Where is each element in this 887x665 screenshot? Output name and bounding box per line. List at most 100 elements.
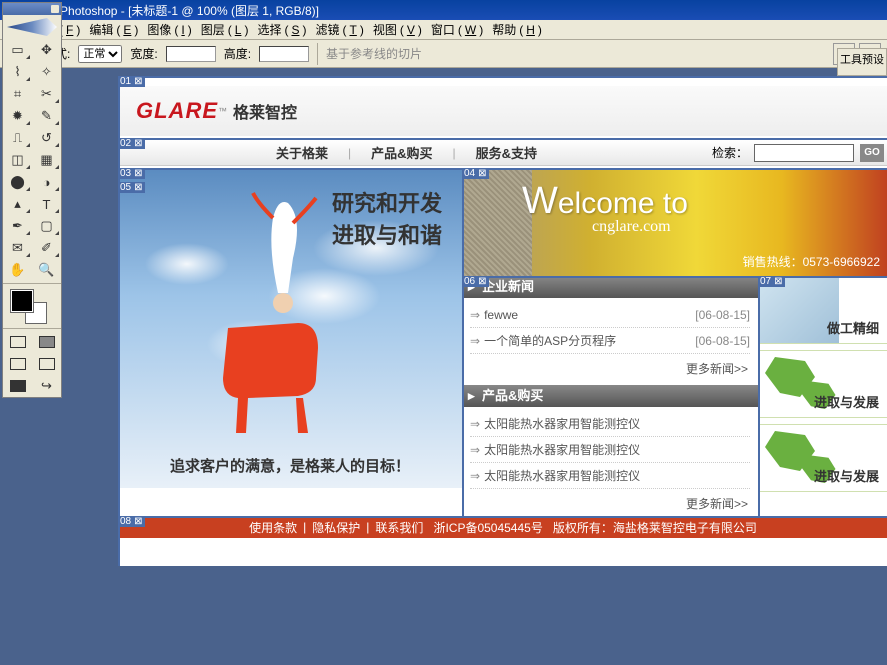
- side-card-3[interactable]: 进取与发展: [758, 424, 887, 492]
- slice-tool[interactable]: ✂: [32, 83, 61, 105]
- window-title: Adobe Photoshop - [未标题-1 @ 100% (图层 1, R…: [22, 2, 319, 19]
- slice-05-label[interactable]: 05⊠: [118, 182, 145, 193]
- products-header: 产品&购买: [462, 385, 758, 407]
- brand-tm: ™: [218, 106, 227, 116]
- menu-view[interactable]: 视图(V): [367, 21, 425, 38]
- footer-copyright: 版权所有：海盐格莱智控电子有限公司: [553, 519, 757, 536]
- product-row[interactable]: ⇒太阳能热水器家用智能测控仪: [470, 437, 750, 463]
- toolbox: ▭ ✥ ⌇ ✧ ⌗ ✂ ✹ ✎ ⎍ ↺ ◫ ▦ ⬤ ◑ ▴ T ✒ ▢ ✉ ✐ …: [2, 2, 62, 398]
- menu-layer[interactable]: 图层(L): [195, 21, 252, 38]
- zoom-tool[interactable]: 🔍: [32, 259, 61, 281]
- lasso-tool[interactable]: ⌇: [3, 61, 32, 83]
- news-panel: 企业新闻 ⇒fewwe[06-08-15] ⇒一个简单的ASP分页程序[06-0…: [462, 276, 758, 488]
- site-footer: 使用条款 | 隐私保护 | 联系我们 浙ICP备05045445号 版权所有：海…: [118, 516, 887, 538]
- menu-image[interactable]: 图像(I): [141, 21, 194, 38]
- domain-text: cnglare.com: [592, 218, 671, 236]
- card-label: 进取与发展: [814, 392, 879, 411]
- handstand-person-graphic: [248, 188, 318, 318]
- hero-right: Welcome to cnglare.com 销售热线：0573-6966922: [462, 168, 887, 276]
- slice-08-label[interactable]: 08⊠: [118, 516, 145, 527]
- nav-sep: |: [441, 146, 468, 160]
- slice-hint[interactable]: 基于参考线的切片: [326, 45, 422, 62]
- foreground-color[interactable]: [11, 290, 33, 312]
- menu-filter[interactable]: 滤镜(T): [309, 21, 366, 38]
- marquee-tool[interactable]: ▭: [3, 39, 32, 61]
- screen-full-menu[interactable]: [32, 353, 61, 375]
- notes-tool[interactable]: ✉: [3, 237, 32, 259]
- eyedropper-tool[interactable]: ✐: [32, 237, 61, 259]
- product-row[interactable]: ⇒太阳能热水器家用智能测控仪: [470, 411, 750, 437]
- hero-text-1: 研究和开发: [332, 186, 442, 218]
- slice-07-label[interactable]: 07⊠: [758, 276, 785, 287]
- pen-tool[interactable]: ✒: [3, 215, 32, 237]
- quickmask-mode[interactable]: [32, 331, 61, 353]
- stamp-tool[interactable]: ⎍: [3, 127, 32, 149]
- side-panel: 做工精细 进取与发展 进取与发展: [758, 276, 887, 516]
- nav-about[interactable]: 关于格莱: [268, 143, 336, 162]
- brand-logo-cn: 格莱智控: [233, 99, 297, 123]
- dodge-tool[interactable]: ◑: [32, 171, 61, 193]
- tool-presets-tab[interactable]: 工具预设: [837, 48, 887, 76]
- footer-icp: 浙ICP备05045445号: [427, 519, 548, 536]
- history-brush-tool[interactable]: ↺: [32, 127, 61, 149]
- menu-edit[interactable]: 编辑(E): [83, 21, 141, 38]
- news-header: 企业新闻: [462, 276, 758, 298]
- slice-02-label[interactable]: 02⊠: [118, 138, 145, 149]
- toolbox-header[interactable]: [3, 3, 61, 15]
- search-label: 检索：: [712, 144, 748, 161]
- height-label: 高度:: [224, 45, 251, 62]
- color-swatches[interactable]: [3, 286, 61, 326]
- red-chair-graphic: [208, 318, 348, 438]
- nav-service[interactable]: 服务&支持: [468, 143, 545, 162]
- eraser-tool[interactable]: ◫: [3, 149, 32, 171]
- hotline-text: 销售热线：0573-6966922: [743, 253, 880, 270]
- shape-tool[interactable]: ▢: [32, 215, 61, 237]
- healing-tool[interactable]: ✹: [3, 105, 32, 127]
- news-row[interactable]: ⇒一个简单的ASP分页程序[06-08-15]: [470, 328, 750, 354]
- footer-contact[interactable]: 联系我们: [375, 519, 423, 536]
- search-input[interactable]: [754, 144, 854, 162]
- menu-help[interactable]: 帮助(H): [486, 21, 545, 38]
- brush-tool[interactable]: ✎: [32, 105, 61, 127]
- footer-privacy[interactable]: 隐私保护: [312, 519, 360, 536]
- product-row[interactable]: ⇒太阳能热水器家用智能测控仪: [470, 463, 750, 489]
- welcome-text: Welcome to: [522, 180, 688, 223]
- width-label: 宽度:: [130, 45, 157, 62]
- hand-tool[interactable]: ✋: [3, 259, 32, 281]
- slice-06-label[interactable]: 06⊠: [462, 276, 489, 287]
- slice-03-label[interactable]: 03⊠: [118, 168, 145, 179]
- height-input[interactable]: [259, 46, 309, 62]
- path-select-tool[interactable]: ▴: [3, 193, 32, 215]
- site-nav: 关于格莱 | 产品&购买 | 服务&支持 检索： GO: [118, 138, 887, 166]
- screen-full[interactable]: [3, 375, 32, 397]
- blur-tool[interactable]: ⬤: [3, 171, 32, 193]
- news-row[interactable]: ⇒fewwe[06-08-15]: [470, 302, 750, 328]
- card-label: 进取与发展: [814, 466, 879, 485]
- menu-window[interactable]: 窗口(W): [425, 21, 486, 38]
- width-input[interactable]: [166, 46, 216, 62]
- wand-tool[interactable]: ✧: [32, 61, 61, 83]
- hero-text-3: 追求客户的满意，是格莱人的目标！: [118, 455, 462, 476]
- type-tool[interactable]: T: [32, 193, 61, 215]
- standard-mode[interactable]: [3, 331, 32, 353]
- side-card-2[interactable]: 进取与发展: [758, 350, 887, 418]
- brand-logo-en: GLARE: [136, 98, 218, 124]
- imageready-jump[interactable]: ↪: [32, 375, 61, 397]
- go-button[interactable]: GO: [860, 144, 884, 162]
- ps-logo: [3, 15, 61, 39]
- style-select[interactable]: 正常: [78, 45, 122, 63]
- screen-standard[interactable]: [3, 353, 32, 375]
- document-canvas[interactable]: 01⊠ 02⊠ 03⊠ 04⊠ 05⊠ 06⊠ 07⊠ 08⊠ GLARE ™ …: [118, 76, 887, 566]
- nav-sep: |: [336, 146, 363, 160]
- crop-tool[interactable]: ⌗: [3, 83, 32, 105]
- footer-terms[interactable]: 使用条款: [249, 519, 297, 536]
- title-bar: Adobe Photoshop - [未标题-1 @ 100% (图层 1, R…: [0, 0, 887, 20]
- site-header: GLARE ™ 格莱智控: [118, 86, 887, 136]
- slice-01-label[interactable]: 01⊠: [118, 76, 145, 87]
- gradient-tool[interactable]: ▦: [32, 149, 61, 171]
- nav-products[interactable]: 产品&购买: [363, 143, 440, 162]
- move-tool[interactable]: ✥: [32, 39, 61, 61]
- slice-04-label[interactable]: 04⊠: [462, 168, 489, 179]
- menu-select[interactable]: 选择(S): [251, 21, 309, 38]
- more-news-link[interactable]: 更多新闻>>: [462, 356, 758, 385]
